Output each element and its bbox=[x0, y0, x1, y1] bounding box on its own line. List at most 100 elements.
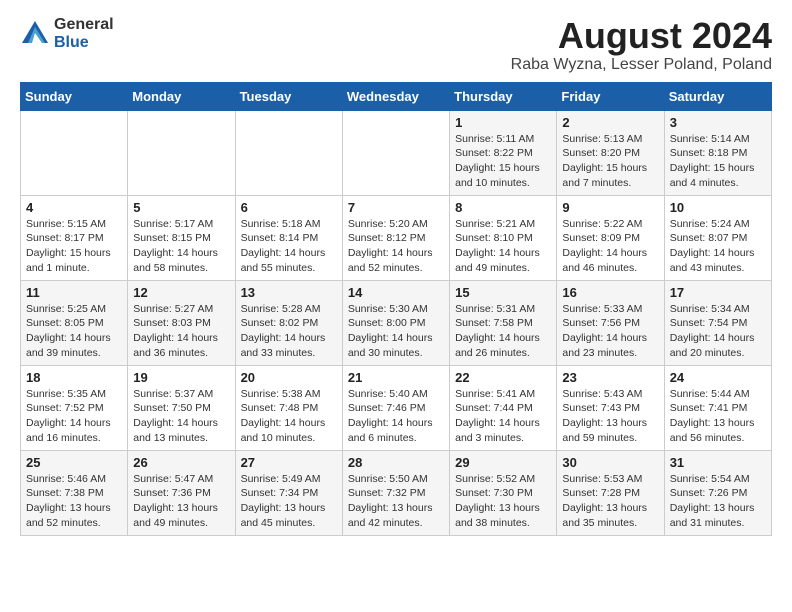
calendar-week-row: 25Sunrise: 5:46 AM Sunset: 7:38 PM Dayli… bbox=[21, 450, 772, 535]
calendar-cell: 20 Sunrise: 5:38 AM Sunset: 7:48 PM Dayli… bbox=[235, 365, 342, 450]
calendar-week-row: 4 Sunrise: 5:15 AM Sunset: 8:17 PM Daylig… bbox=[21, 195, 772, 280]
calendar-cell: 1 Sunrise: 5:11 AM Sunset: 8:22 PM Daylig… bbox=[450, 110, 557, 195]
calendar-cell: 11Sunrise: 5:25 AM Sunset: 8:05 PM Dayli… bbox=[21, 280, 128, 365]
logo-general: General bbox=[54, 16, 114, 34]
calendar-cell bbox=[21, 110, 128, 195]
calendar-cell: 15Sunrise: 5:31 AM Sunset: 7:58 PM Dayli… bbox=[450, 280, 557, 365]
cell-day-number: 7 bbox=[348, 200, 444, 215]
calendar-cell: 29 Sunrise: 5:52 AM Sunset: 7:30 PM Dayli… bbox=[450, 450, 557, 535]
cell-day-info: Sunrise: 5:33 AM Sunset: 7:56 PM Dayligh… bbox=[562, 302, 658, 361]
calendar-cell: 10 Sunrise: 5:24 AM Sunset: 8:07 PM Dayli… bbox=[664, 195, 771, 280]
calendar-cell: 25Sunrise: 5:46 AM Sunset: 7:38 PM Dayli… bbox=[21, 450, 128, 535]
cell-day-info: Sunrise: 5:52 AM Sunset: 7:30 PM Dayligh… bbox=[455, 472, 551, 531]
cell-day-number: 10 bbox=[670, 200, 766, 215]
weekday-header: Saturday bbox=[664, 82, 771, 110]
cell-day-info: Sunrise: 5:15 AM Sunset: 8:17 PM Dayligh… bbox=[26, 217, 122, 276]
cell-day-info: Sunrise: 5:47 AM Sunset: 7:36 PM Dayligh… bbox=[133, 472, 229, 531]
calendar-cell: 5 Sunrise: 5:17 AM Sunset: 8:15 PM Daylig… bbox=[128, 195, 235, 280]
cell-day-number: 27 bbox=[241, 455, 337, 470]
weekday-header: Tuesday bbox=[235, 82, 342, 110]
calendar-cell bbox=[342, 110, 449, 195]
cell-day-info: Sunrise: 5:54 AM Sunset: 7:26 PM Dayligh… bbox=[670, 472, 766, 531]
calendar-cell bbox=[235, 110, 342, 195]
cell-day-info: Sunrise: 5:50 AM Sunset: 7:32 PM Dayligh… bbox=[348, 472, 444, 531]
calendar-cell: 27 Sunrise: 5:49 AM Sunset: 7:34 PM Dayli… bbox=[235, 450, 342, 535]
cell-day-info: Sunrise: 5:35 AM Sunset: 7:52 PM Dayligh… bbox=[26, 387, 122, 446]
cell-day-number: 24 bbox=[670, 370, 766, 385]
cell-day-number: 12 bbox=[133, 285, 229, 300]
calendar-cell: 17 Sunrise: 5:34 AM Sunset: 7:54 PM Dayli… bbox=[664, 280, 771, 365]
cell-day-info: Sunrise: 5:44 AM Sunset: 7:41 PM Dayligh… bbox=[670, 387, 766, 446]
cell-day-number: 26 bbox=[133, 455, 229, 470]
cell-day-info: Sunrise: 5:40 AM Sunset: 7:46 PM Dayligh… bbox=[348, 387, 444, 446]
cell-day-number: 6 bbox=[241, 200, 337, 215]
cell-day-number: 17 bbox=[670, 285, 766, 300]
calendar-week-row: 1 Sunrise: 5:11 AM Sunset: 8:22 PM Daylig… bbox=[21, 110, 772, 195]
cell-day-number: 16 bbox=[562, 285, 658, 300]
cell-day-number: 1 bbox=[455, 115, 551, 130]
cell-day-info: Sunrise: 5:53 AM Sunset: 7:28 PM Dayligh… bbox=[562, 472, 658, 531]
cell-day-number: 9 bbox=[562, 200, 658, 215]
cell-day-info: Sunrise: 5:22 AM Sunset: 8:09 PM Dayligh… bbox=[562, 217, 658, 276]
cell-day-number: 23 bbox=[562, 370, 658, 385]
calendar-cell bbox=[128, 110, 235, 195]
calendar-cell: 9 Sunrise: 5:22 AM Sunset: 8:09 PM Daylig… bbox=[557, 195, 664, 280]
cell-day-number: 30 bbox=[562, 455, 658, 470]
cell-day-number: 5 bbox=[133, 200, 229, 215]
calendar-cell: 3Sunrise: 5:14 AM Sunset: 8:18 PM Daylig… bbox=[664, 110, 771, 195]
calendar-subtitle: Raba Wyzna, Lesser Poland, Poland bbox=[511, 56, 772, 74]
weekday-header: Friday bbox=[557, 82, 664, 110]
cell-day-number: 18 bbox=[26, 370, 122, 385]
calendar-cell: 31Sunrise: 5:54 AM Sunset: 7:26 PM Dayli… bbox=[664, 450, 771, 535]
cell-day-info: Sunrise: 5:38 AM Sunset: 7:48 PM Dayligh… bbox=[241, 387, 337, 446]
cell-day-info: Sunrise: 5:20 AM Sunset: 8:12 PM Dayligh… bbox=[348, 217, 444, 276]
cell-day-info: Sunrise: 5:41 AM Sunset: 7:44 PM Dayligh… bbox=[455, 387, 551, 446]
cell-day-info: Sunrise: 5:30 AM Sunset: 8:00 PM Dayligh… bbox=[348, 302, 444, 361]
cell-day-number: 13 bbox=[241, 285, 337, 300]
cell-day-number: 20 bbox=[241, 370, 337, 385]
calendar-cell: 22 Sunrise: 5:41 AM Sunset: 7:44 PM Dayli… bbox=[450, 365, 557, 450]
calendar-cell: 13Sunrise: 5:28 AM Sunset: 8:02 PM Dayli… bbox=[235, 280, 342, 365]
cell-day-info: Sunrise: 5:27 AM Sunset: 8:03 PM Dayligh… bbox=[133, 302, 229, 361]
header: General Blue August 2024 Raba Wyzna, Les… bbox=[20, 16, 772, 74]
calendar-body: 1 Sunrise: 5:11 AM Sunset: 8:22 PM Daylig… bbox=[21, 110, 772, 535]
cell-day-number: 8 bbox=[455, 200, 551, 215]
calendar-cell: 7 Sunrise: 5:20 AM Sunset: 8:12 PM Daylig… bbox=[342, 195, 449, 280]
weekday-row: SundayMondayTuesdayWednesdayThursdayFrid… bbox=[21, 82, 772, 110]
cell-day-number: 22 bbox=[455, 370, 551, 385]
calendar-title: August 2024 bbox=[511, 16, 772, 56]
calendar-cell: 24 Sunrise: 5:44 AM Sunset: 7:41 PM Dayli… bbox=[664, 365, 771, 450]
cell-day-info: Sunrise: 5:24 AM Sunset: 8:07 PM Dayligh… bbox=[670, 217, 766, 276]
logo-icon bbox=[20, 19, 50, 49]
cell-day-info: Sunrise: 5:21 AM Sunset: 8:10 PM Dayligh… bbox=[455, 217, 551, 276]
title-block: August 2024 Raba Wyzna, Lesser Poland, P… bbox=[511, 16, 772, 74]
cell-day-info: Sunrise: 5:17 AM Sunset: 8:15 PM Dayligh… bbox=[133, 217, 229, 276]
cell-day-info: Sunrise: 5:49 AM Sunset: 7:34 PM Dayligh… bbox=[241, 472, 337, 531]
cell-day-info: Sunrise: 5:43 AM Sunset: 7:43 PM Dayligh… bbox=[562, 387, 658, 446]
cell-day-info: Sunrise: 5:34 AM Sunset: 7:54 PM Dayligh… bbox=[670, 302, 766, 361]
cell-day-info: Sunrise: 5:18 AM Sunset: 8:14 PM Dayligh… bbox=[241, 217, 337, 276]
cell-day-number: 2 bbox=[562, 115, 658, 130]
calendar-cell: 6 Sunrise: 5:18 AM Sunset: 8:14 PM Daylig… bbox=[235, 195, 342, 280]
calendar-cell: 4 Sunrise: 5:15 AM Sunset: 8:17 PM Daylig… bbox=[21, 195, 128, 280]
cell-day-info: Sunrise: 5:13 AM Sunset: 8:20 PM Dayligh… bbox=[562, 132, 658, 191]
calendar-cell: 12 Sunrise: 5:27 AM Sunset: 8:03 PM Dayli… bbox=[128, 280, 235, 365]
calendar-cell: 28Sunrise: 5:50 AM Sunset: 7:32 PM Dayli… bbox=[342, 450, 449, 535]
cell-day-number: 14 bbox=[348, 285, 444, 300]
calendar-cell: 16 Sunrise: 5:33 AM Sunset: 7:56 PM Dayli… bbox=[557, 280, 664, 365]
cell-day-number: 11 bbox=[26, 285, 122, 300]
cell-day-info: Sunrise: 5:31 AM Sunset: 7:58 PM Dayligh… bbox=[455, 302, 551, 361]
calendar-cell: 14 Sunrise: 5:30 AM Sunset: 8:00 PM Dayli… bbox=[342, 280, 449, 365]
cell-day-number: 21 bbox=[348, 370, 444, 385]
calendar-cell: 2 Sunrise: 5:13 AM Sunset: 8:20 PM Daylig… bbox=[557, 110, 664, 195]
calendar-cell: 23 Sunrise: 5:43 AM Sunset: 7:43 PM Dayli… bbox=[557, 365, 664, 450]
cell-day-number: 29 bbox=[455, 455, 551, 470]
calendar-cell: 18 Sunrise: 5:35 AM Sunset: 7:52 PM Dayli… bbox=[21, 365, 128, 450]
calendar-week-row: 18 Sunrise: 5:35 AM Sunset: 7:52 PM Dayli… bbox=[21, 365, 772, 450]
calendar-header: SundayMondayTuesdayWednesdayThursdayFrid… bbox=[21, 82, 772, 110]
cell-day-info: Sunrise: 5:11 AM Sunset: 8:22 PM Dayligh… bbox=[455, 132, 551, 191]
calendar-table: SundayMondayTuesdayWednesdayThursdayFrid… bbox=[20, 82, 772, 536]
page: General Blue August 2024 Raba Wyzna, Les… bbox=[0, 0, 792, 552]
cell-day-info: Sunrise: 5:14 AM Sunset: 8:18 PM Dayligh… bbox=[670, 132, 766, 191]
cell-day-number: 4 bbox=[26, 200, 122, 215]
